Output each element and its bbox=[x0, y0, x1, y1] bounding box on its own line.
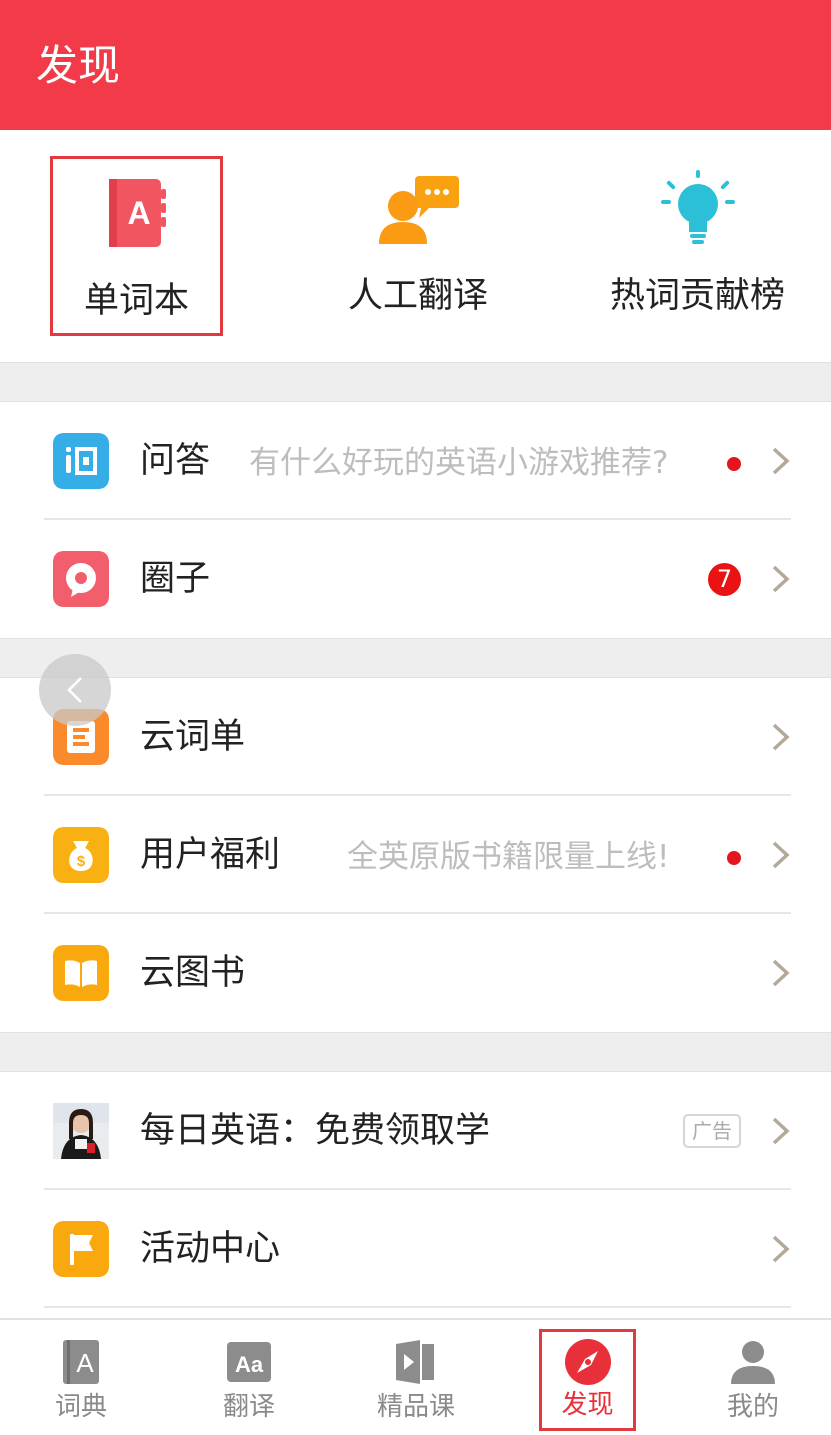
flag-icon bbox=[53, 1221, 109, 1277]
chevron-right-icon bbox=[772, 841, 790, 869]
notification-dot bbox=[727, 851, 741, 865]
chevron-right-icon bbox=[772, 565, 790, 593]
svg-text:$: $ bbox=[77, 853, 86, 870]
list-item-activity-center[interactable]: 活动中心 bbox=[0, 1190, 831, 1308]
circle-chat-icon bbox=[53, 551, 109, 607]
ad-tag: 广告 bbox=[683, 1114, 741, 1148]
quick-item-human-translation[interactable]: 人工翻译 bbox=[333, 156, 503, 336]
quick-item-label: 热词贡献榜 bbox=[609, 276, 785, 316]
list-item-label: 用户福利 bbox=[140, 835, 281, 875]
section-divider bbox=[0, 638, 831, 678]
svg-text:A: A bbox=[76, 1348, 94, 1378]
list-item-label: 圈子 bbox=[140, 559, 211, 599]
tab-label: 发现 bbox=[561, 1390, 614, 1420]
tab-discover[interactable]: 发现 bbox=[539, 1329, 636, 1431]
book-icon bbox=[53, 945, 109, 1001]
list-item-qa[interactable]: 问答 有什么好玩的英语小游戏推荐? bbox=[0, 402, 831, 520]
unread-badge: 7 bbox=[708, 563, 741, 596]
quick-item-label: 人工翻译 bbox=[347, 276, 488, 316]
list-item-cloud-book[interactable]: 云图书 bbox=[0, 914, 831, 1032]
list-item-label: 云图书 bbox=[140, 953, 246, 993]
wordbook-icon: A bbox=[108, 179, 166, 247]
list-item-label: 活动中心 bbox=[140, 1229, 281, 1269]
section-divider bbox=[0, 1032, 831, 1072]
list-item-hint: 有什么好玩的英语小游戏推荐? bbox=[249, 445, 669, 481]
page-title: 发现 bbox=[36, 41, 121, 90]
tab-label: 我的 bbox=[726, 1392, 779, 1422]
tab-label: 翻译 bbox=[222, 1392, 275, 1422]
tab-label: 词典 bbox=[54, 1392, 107, 1422]
list-item-label: 云词单 bbox=[140, 717, 246, 757]
chevron-right-icon bbox=[772, 723, 790, 751]
list-item-user-welfare[interactable]: $ 用户福利 全英原版书籍限量上线! bbox=[0, 796, 831, 914]
dictionary-icon: A bbox=[63, 1340, 99, 1384]
svg-text:Aa: Aa bbox=[235, 1352, 264, 1377]
tab-dictionary[interactable]: A 词典 bbox=[21, 1320, 141, 1435]
welfare-icon: $ bbox=[53, 827, 109, 883]
row-divider bbox=[44, 1306, 791, 1308]
list-item-label: 每日英语：免费领取学 bbox=[140, 1111, 491, 1151]
section-divider bbox=[0, 362, 831, 402]
chevron-right-icon bbox=[772, 1235, 790, 1263]
list-item-circle[interactable]: 圈子 7 bbox=[0, 520, 831, 638]
qa-icon bbox=[53, 433, 109, 489]
quick-actions: A 单词本 人工翻译 热词贡献榜 bbox=[0, 130, 831, 362]
quick-item-hotword-rank[interactable]: 热词贡献榜 bbox=[600, 156, 795, 336]
tab-profile[interactable]: 我的 bbox=[693, 1320, 813, 1435]
profile-icon bbox=[731, 1341, 775, 1384]
chevron-right-icon bbox=[772, 1117, 790, 1145]
translate-icon: Aa bbox=[227, 1342, 271, 1382]
bottom-tab-bar: A 词典 Aa 翻译 精品课 发现 我的 bbox=[0, 1318, 831, 1435]
svg-text:A: A bbox=[127, 195, 150, 231]
ad-avatar bbox=[53, 1103, 109, 1159]
tab-translate[interactable]: Aa 翻译 bbox=[189, 1320, 309, 1435]
floating-back-button[interactable] bbox=[39, 654, 111, 726]
chevron-right-icon bbox=[772, 447, 790, 475]
list-item-cloud-wordlist[interactable]: 云词单 bbox=[0, 678, 831, 796]
tab-courses[interactable]: 精品课 bbox=[356, 1320, 476, 1435]
lightbulb-icon bbox=[660, 170, 735, 244]
course-icon bbox=[396, 1340, 434, 1384]
top-bar: 发现 bbox=[0, 0, 831, 130]
list-item-hint: 全英原版书籍限量上线! bbox=[347, 839, 670, 875]
list-item-daily-english-ad[interactable]: 每日英语：免费领取学 广告 bbox=[0, 1072, 831, 1190]
chevron-right-icon bbox=[772, 959, 790, 987]
compass-icon bbox=[564, 1339, 611, 1385]
human-translation-icon bbox=[379, 176, 459, 244]
notification-dot bbox=[727, 457, 741, 471]
list-item-label: 问答 bbox=[140, 441, 211, 481]
quick-item-wordbook[interactable]: A 单词本 bbox=[50, 156, 223, 336]
chevron-left-icon bbox=[67, 677, 82, 703]
quick-item-label: 单词本 bbox=[83, 281, 189, 321]
tab-label: 精品课 bbox=[376, 1392, 455, 1422]
